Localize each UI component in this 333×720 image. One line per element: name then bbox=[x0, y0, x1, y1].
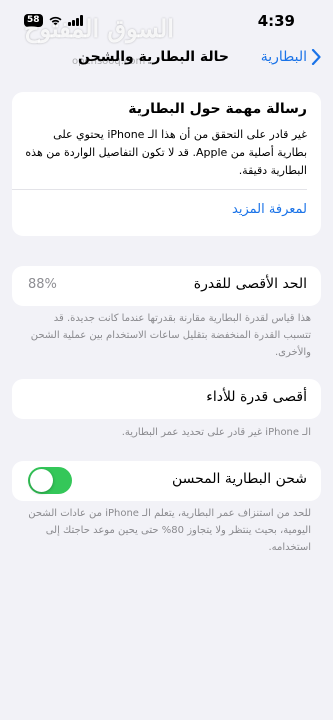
peak-performance-footnote: الـ iPhone غير قادر على تحديد عمر البطار… bbox=[121, 427, 311, 438]
message-title: رسالة مهمة حول البطارية bbox=[128, 101, 307, 117]
optimized-charging-label: شحن البطارية المحسن bbox=[171, 471, 307, 487]
chevron-right-icon bbox=[311, 49, 321, 65]
peak-performance-label: أقصى قدرة للأداء bbox=[206, 389, 307, 405]
status-time: 4:39 bbox=[257, 12, 295, 30]
optimized-charging-toggle[interactable] bbox=[28, 467, 72, 494]
maximum-capacity-value: 88% bbox=[28, 277, 57, 292]
nav-bar: البطارية حالة البطارية والشحن bbox=[0, 44, 333, 74]
back-button-label: البطارية bbox=[260, 49, 307, 65]
back-button[interactable]: البطارية bbox=[261, 49, 321, 65]
peak-performance-row: أقصى قدرة للأداء bbox=[12, 379, 321, 419]
divider bbox=[12, 189, 307, 190]
important-message-card: رسالة مهمة حول البطارية غير قادر على الت… bbox=[12, 92, 321, 236]
maximum-capacity-label: الحد الأقصى للقدرة bbox=[193, 276, 307, 292]
watermark-logo: السوق المفتوح bbox=[24, 14, 174, 43]
page-title: حالة البطارية والشحن bbox=[78, 49, 230, 65]
maximum-capacity-footnote: هذا قياس لقدرة البطارية مقارنة بقدرتها ع… bbox=[30, 313, 311, 358]
maximum-capacity-row: الحد الأقصى للقدرة 88% bbox=[12, 266, 321, 306]
learn-more-link[interactable]: لمعرفة المزيد bbox=[232, 202, 307, 217]
optimized-charging-footnote: للحد من استنزاف عمر البطارية، يتعلم الـ … bbox=[28, 508, 311, 553]
toggle-knob bbox=[30, 469, 53, 492]
optimized-charging-row: شحن البطارية المحسن bbox=[12, 461, 321, 501]
message-body: غير قادر على التحقق من أن هذا الـ iPhone… bbox=[25, 128, 307, 177]
